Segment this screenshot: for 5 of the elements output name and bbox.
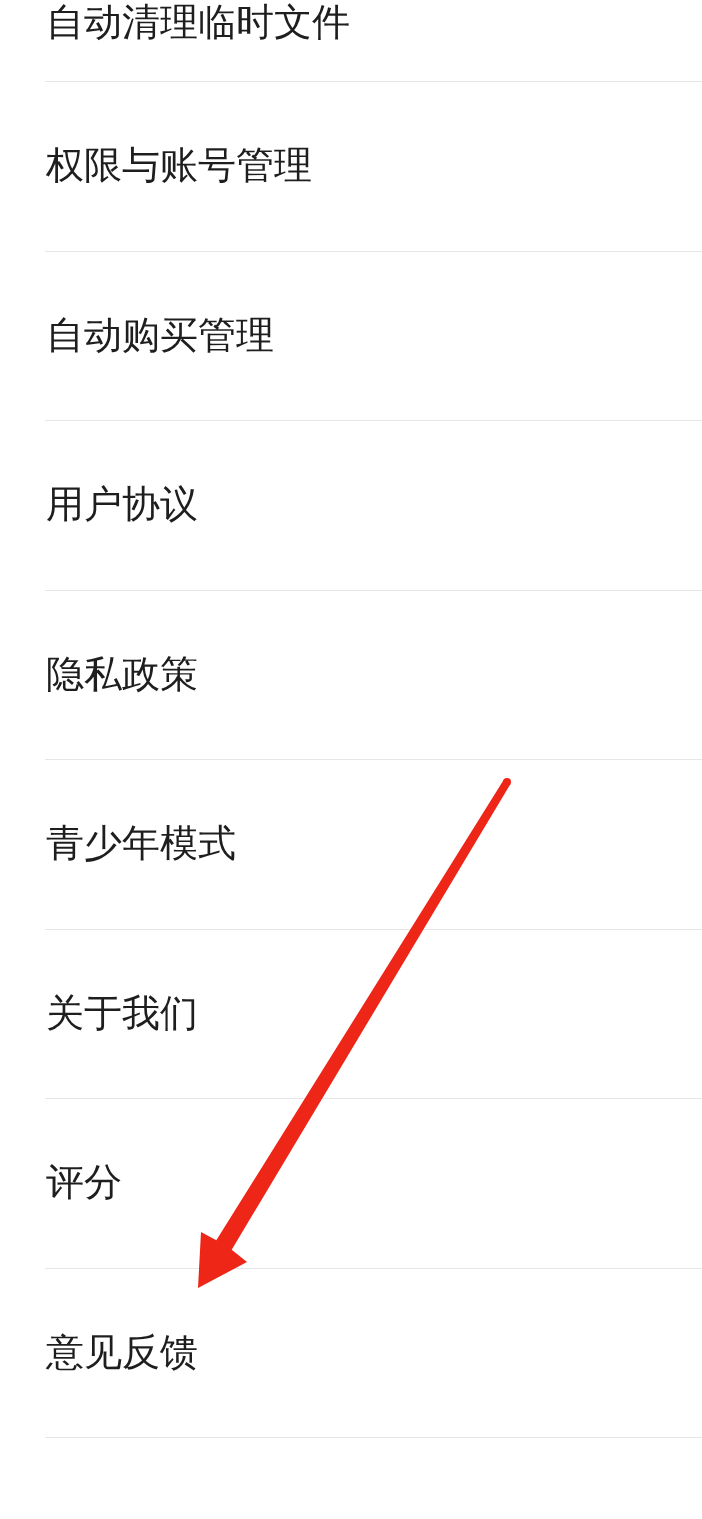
- settings-item[interactable]: 权限与账号管理: [45, 82, 702, 252]
- settings-item[interactable]: 自动清理临时文件: [45, 0, 702, 82]
- settings-item[interactable]: 隐私政策: [45, 590, 702, 760]
- settings-item[interactable]: 用户协议: [45, 421, 702, 591]
- settings-item[interactable]: 自动购买管理: [45, 251, 702, 421]
